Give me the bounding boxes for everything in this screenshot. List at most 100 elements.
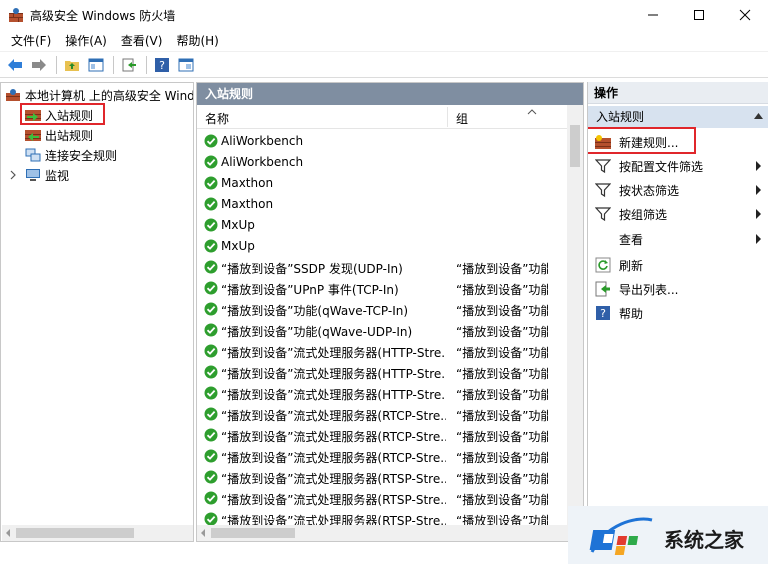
tree-item-inbound-rules[interactable]: 入站规则 xyxy=(25,106,93,124)
forward-button[interactable] xyxy=(28,55,50,75)
action-filter-by-profile[interactable]: 按配置文件筛选 xyxy=(588,155,768,177)
new-rule-highlight xyxy=(588,127,696,154)
help-button[interactable]: ? xyxy=(151,55,173,75)
enabled-check-icon xyxy=(204,260,218,274)
scrollbar-thumb[interactable] xyxy=(211,528,295,538)
actions-title: 操作 xyxy=(588,82,768,104)
rules-list: AliWorkbench AliWorkbench Maxthon Maxthon Mx… xyxy=(197,131,567,530)
action-help[interactable]: ? 帮助 xyxy=(588,302,768,324)
tree-item-label: 连接安全规则 xyxy=(45,148,118,163)
action-export-list[interactable]: 导出列表... xyxy=(588,278,768,300)
rule-group: “播放到设备”功能 xyxy=(456,304,548,318)
column-header-group[interactable]: 组 xyxy=(456,110,468,127)
menu-bar: 文件(F) 操作(A) 查看(V) 帮助(H) xyxy=(0,30,768,52)
expand-chevron-icon[interactable] xyxy=(9,168,21,182)
action-label: 按组筛选 xyxy=(619,207,668,222)
scrollbar-thumb[interactable] xyxy=(570,125,580,167)
table-row[interactable]: “播放到设备”流式处理服务器(RTCP-Stre... “播放到设备”功能 xyxy=(197,425,567,446)
rule-group: “播放到设备”功能 xyxy=(456,451,548,465)
rule-name: “播放到设备”流式处理服务器(RTCP-Stre... xyxy=(221,409,446,423)
close-button[interactable] xyxy=(722,0,768,30)
action-label: 帮助 xyxy=(619,306,644,321)
table-row[interactable]: “播放到设备”流式处理服务器(RTSP-Stre... “播放到设备”功能 xyxy=(197,488,567,509)
tree-root-label: 本地计算机 上的高级安全 Windows xyxy=(25,88,193,103)
forward-arrow-icon xyxy=(32,58,46,71)
enabled-check-icon xyxy=(204,134,218,148)
rule-name: “播放到设备”流式处理服务器(HTTP-Stre... xyxy=(221,388,446,402)
enabled-check-icon xyxy=(204,386,218,400)
scroll-left-icon xyxy=(6,529,10,537)
enabled-check-icon xyxy=(204,323,218,337)
rule-name: AliWorkbench xyxy=(221,155,304,169)
table-row[interactable]: AliWorkbench xyxy=(197,152,567,173)
table-row[interactable]: “播放到设备”功能(qWave-UDP-In) “播放到设备”功能 xyxy=(197,320,567,341)
enabled-check-icon xyxy=(204,218,218,232)
tree-item-outbound-rules[interactable]: 出站规则 xyxy=(25,126,93,144)
menu-action[interactable]: 操作(A) xyxy=(58,30,114,52)
action-refresh[interactable]: 刷新 xyxy=(588,254,768,276)
toolbar-separator xyxy=(146,55,147,74)
rule-name: “播放到设备”流式处理服务器(RTCP-Stre... xyxy=(221,430,446,444)
actions-section-inbound-rules[interactable]: 入站规则 xyxy=(588,106,768,128)
rule-group: “播放到设备”功能 xyxy=(456,346,548,360)
table-row[interactable]: “播放到设备”UPnP 事件(TCP-In) “播放到设备”功能 xyxy=(197,278,567,299)
tree-item-connection-security-rules[interactable]: 连接安全规则 xyxy=(25,146,117,164)
tree-item-monitoring[interactable]: 监视 xyxy=(9,166,69,184)
table-row[interactable]: “播放到设备”流式处理服务器(RTCP-Stre... “播放到设备”功能 xyxy=(197,404,567,425)
up-folder-button[interactable] xyxy=(61,55,83,75)
enabled-check-icon xyxy=(204,407,218,421)
filter-icon xyxy=(594,182,612,198)
tree-horizontal-scrollbar[interactable] xyxy=(2,525,193,541)
table-row[interactable]: MxUp xyxy=(197,215,567,236)
rules-vertical-scrollbar[interactable] xyxy=(567,105,583,525)
table-row[interactable]: “播放到设备”功能(qWave-TCP-In) “播放到设备”功能 xyxy=(197,299,567,320)
window-title: 高级安全 Windows 防火墙 xyxy=(30,8,176,23)
export-list-button[interactable] xyxy=(118,55,140,75)
properties-button[interactable] xyxy=(175,55,197,75)
help-icon: ? xyxy=(155,57,169,72)
table-row[interactable]: “播放到设备”流式处理服务器(HTTP-Stre... “播放到设备”功能 xyxy=(197,341,567,362)
rules-horizontal-scrollbar[interactable] xyxy=(197,525,583,541)
action-label: 刷新 xyxy=(619,258,644,273)
table-row[interactable]: “播放到设备”流式处理服务器(RTSP-Stre... “播放到设备”功能 xyxy=(197,467,567,488)
table-row[interactable]: “播放到设备”流式处理服务器(HTTP-Stre... “播放到设备”功能 xyxy=(197,383,567,404)
rule-name: “播放到设备”流式处理服务器(HTTP-Stre... xyxy=(221,346,446,360)
menu-help[interactable]: 帮助(H) xyxy=(169,30,225,52)
show-hide-tree-button[interactable] xyxy=(85,55,107,75)
maximize-button[interactable] xyxy=(676,0,722,30)
table-row[interactable]: Maxthon xyxy=(197,173,567,194)
column-divider[interactable] xyxy=(447,107,448,127)
refresh-icon xyxy=(595,257,611,273)
table-row[interactable]: “播放到设备”流式处理服务器(HTTP-Stre... “播放到设备”功能 xyxy=(197,362,567,383)
rules-list-pane: 入站规则 名称 组 AliWorkbench AliWorkbench Maxtho… xyxy=(196,82,584,542)
enabled-check-icon xyxy=(204,365,218,379)
firewall-root-icon xyxy=(5,88,21,102)
rule-name: “播放到设备”流式处理服务器(HTTP-Stre... xyxy=(221,367,446,381)
enabled-check-icon xyxy=(204,197,218,211)
table-row[interactable]: Maxthon xyxy=(197,194,567,215)
table-row[interactable]: MxUp xyxy=(197,236,567,257)
menu-file[interactable]: 文件(F) xyxy=(4,30,58,52)
column-header-name[interactable]: 名称 xyxy=(205,110,229,127)
enabled-check-icon xyxy=(204,302,218,316)
menu-view[interactable]: 查看(V) xyxy=(114,30,170,52)
rule-name: “播放到设备”流式处理服务器(RTSP-Stre... xyxy=(221,472,446,486)
tree-item-label: 监视 xyxy=(45,168,70,183)
action-filter-by-state[interactable]: 按状态筛选 xyxy=(588,179,768,201)
collapse-triangle-icon[interactable] xyxy=(754,106,763,128)
title-bar: 高级安全 Windows 防火墙 xyxy=(0,0,768,30)
enabled-check-icon xyxy=(204,470,218,484)
action-filter-by-group[interactable]: 按组筛选 xyxy=(588,203,768,225)
minimize-button[interactable] xyxy=(630,0,676,30)
tree-root-local-computer[interactable]: 本地计算机 上的高级安全 Windows xyxy=(5,86,193,104)
table-row[interactable]: “播放到设备”流式处理服务器(RTCP-Stre... “播放到设备”功能 xyxy=(197,446,567,467)
table-row[interactable]: “播放到设备”SSDP 发现(UDP-In) “播放到设备”功能 xyxy=(197,257,567,278)
back-button[interactable] xyxy=(4,55,26,75)
watermark: 系统之家 xyxy=(568,506,768,564)
enabled-check-icon xyxy=(204,344,218,358)
rule-name: “播放到设备”流式处理服务器(RTSP-Stre... xyxy=(221,493,446,507)
table-row[interactable]: AliWorkbench xyxy=(197,131,567,152)
toolbar-separator xyxy=(113,55,114,74)
scrollbar-thumb[interactable] xyxy=(16,528,134,538)
action-view[interactable]: 查看 xyxy=(588,228,768,250)
